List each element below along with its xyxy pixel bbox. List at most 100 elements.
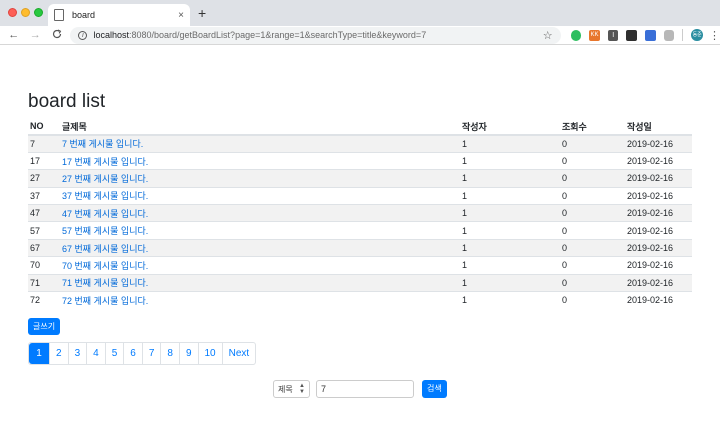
table-row: 70 70 번째 게시물 입니다. 1 0 2019-02-16 (28, 256, 692, 275)
page-button[interactable]: 10 (197, 343, 222, 364)
url-host: localhost (93, 30, 129, 40)
row-writer: 1 (460, 186, 560, 205)
window-minimize-button[interactable] (21, 8, 30, 17)
row-no: 7 (28, 134, 60, 153)
search-button[interactable]: 검색 (422, 380, 447, 398)
page-title: board list (28, 91, 106, 112)
page-button[interactable]: 3 (67, 343, 87, 364)
bookmark-star-icon[interactable]: ☆ (543, 29, 553, 42)
window-close-button[interactable] (8, 8, 17, 17)
row-writer: 1 (460, 204, 560, 222)
column-header-views: 조회수 (560, 118, 625, 136)
row-title-link[interactable]: 17 번째 게시물 입니다. (62, 157, 148, 167)
pagination: 1 2 3 4 5 6 7 8 9 10 Next (28, 342, 257, 365)
row-date: 2019-02-16 (625, 151, 692, 170)
page-button[interactable]: 6 (123, 343, 142, 364)
table-cell: 37 번째 게시물 입니다. (60, 186, 460, 205)
url-path: :8080/board/getBoardList?page=1&range=1&… (128, 30, 427, 40)
table-row: 17 17 번째 게시물 입니다. 1 0 2019-02-16 (28, 151, 692, 170)
row-title-link[interactable]: 71 번째 게시물 입니다. (62, 278, 148, 288)
next-page-button[interactable]: Next (221, 343, 256, 364)
search-bar: 제목 ▲ ▼ 7 검색 (273, 380, 447, 398)
forward-button[interactable]: → (27, 29, 42, 41)
kk-extension-icon[interactable]: KK (589, 29, 600, 41)
window-maximize-button[interactable] (34, 8, 43, 17)
i-extension-icon[interactable]: I (607, 29, 619, 41)
evernote-extension-icon[interactable] (570, 29, 582, 41)
row-title-link[interactable]: 47 번째 게시물 입니다. (62, 209, 148, 219)
row-views: 0 (560, 169, 625, 188)
cloud-extension-icon[interactable] (663, 29, 675, 41)
row-no: 67 (28, 238, 60, 257)
row-views: 0 (560, 151, 625, 170)
row-date: 2019-02-16 (625, 221, 692, 240)
table-cell: 7 번째 게시물 입니다. (60, 134, 460, 153)
row-date: 2019-02-16 (625, 256, 692, 275)
profile-avatar[interactable]: 동준 (691, 29, 703, 41)
row-no: 57 (28, 221, 60, 240)
table-row: 71 71 번째 게시물 입니다. 1 0 2019-02-16 (28, 273, 692, 292)
row-no: 72 (28, 291, 60, 309)
browser-titlebar: board × + (0, 0, 720, 26)
page-button[interactable]: 7 (141, 343, 161, 364)
row-views: 0 (560, 134, 625, 153)
table-row: 27 27 번째 게시물 입니다. 1 0 2019-02-16 (28, 169, 692, 188)
row-title-link[interactable]: 37 번째 게시물 입니다. (62, 191, 148, 201)
address-bar[interactable]: i localhost:8080/board/getBoardList?page… (70, 26, 561, 44)
row-title-link[interactable]: 72 번째 게시물 입니다. (62, 296, 148, 306)
table-row: 57 57 번째 게시물 입니다. 1 0 2019-02-16 (28, 221, 692, 240)
page-button[interactable]: 8 (160, 343, 179, 364)
tab-title: board (72, 10, 96, 20)
new-tab-button[interactable]: + (198, 5, 206, 21)
row-writer: 1 (460, 273, 560, 292)
table-cell: 27 번째 게시물 입니다. (60, 169, 460, 188)
info-icon[interactable]: i (78, 30, 88, 40)
row-date: 2019-02-16 (625, 273, 692, 292)
reload-icon (52, 28, 61, 38)
row-views: 0 (560, 256, 625, 275)
page-button[interactable]: 4 (86, 343, 105, 364)
select-arrows-icon: ▲ ▼ (299, 383, 305, 395)
row-date: 2019-02-16 (625, 204, 692, 222)
row-writer: 1 (460, 151, 560, 170)
row-views: 0 (560, 186, 625, 205)
search-keyword-input[interactable]: 7 (316, 380, 414, 398)
row-no: 71 (28, 273, 60, 292)
back-button[interactable]: ← (6, 29, 21, 41)
row-views: 0 (560, 238, 625, 257)
column-header-date: 작성일 (625, 118, 692, 136)
table-header-row: NO 글제목 작성자 조회수 작성일 (28, 118, 692, 136)
page-button[interactable]: 2 (49, 343, 68, 364)
row-title-link[interactable]: 27 번째 게시물 입니다. (62, 174, 148, 184)
write-post-button[interactable]: 글쓰기 (28, 318, 61, 335)
blue-extension-icon[interactable] (645, 29, 656, 41)
page-icon (54, 9, 64, 21)
row-title-link[interactable]: 57 번째 게시물 입니다. (62, 226, 148, 236)
table-cell: 72 번째 게시물 입니다. (60, 291, 460, 309)
browser-menu-icon[interactable]: ⋮ (709, 29, 720, 42)
dark-extension-icon[interactable] (626, 29, 638, 41)
table-row: 77 번째 게시물 입니다. 1 0 2019-02-16 (28, 134, 692, 153)
search-type-value: 제목 (278, 384, 293, 394)
row-title-link[interactable]: 67 번째 게시물 입니다. (62, 244, 148, 254)
column-header-writer: 작성자 (460, 118, 560, 136)
page-button[interactable]: 9 (178, 343, 198, 364)
url-text[interactable]: localhost:8080/board/getBoardList?page=1… (93, 30, 542, 40)
row-views: 0 (560, 204, 625, 222)
search-type-select[interactable]: 제목 ▲ ▼ (273, 380, 310, 398)
table-cell: 57 번째 게시물 입니다. (60, 221, 460, 240)
row-writer: 1 (460, 221, 560, 240)
tab-close-icon[interactable]: × (178, 10, 184, 21)
page-button[interactable]: 1 (29, 343, 49, 364)
row-no: 70 (28, 256, 60, 275)
row-no: 37 (28, 186, 60, 205)
row-title-link[interactable]: 7 번째 게시물 입니다. (62, 139, 143, 149)
row-title-link[interactable]: 70 번째 게시물 입니다. (62, 261, 148, 271)
row-date: 2019-02-16 (625, 134, 692, 153)
reload-button[interactable] (49, 28, 64, 42)
row-no: 17 (28, 151, 60, 170)
page-button[interactable]: 5 (104, 343, 124, 364)
table-body: 77 번째 게시물 입니다. 1 0 2019-02-16 17 17 번째 게시물 입니… (28, 134, 692, 309)
row-writer: 1 (460, 291, 560, 309)
browser-tab[interactable]: board × (48, 4, 190, 26)
